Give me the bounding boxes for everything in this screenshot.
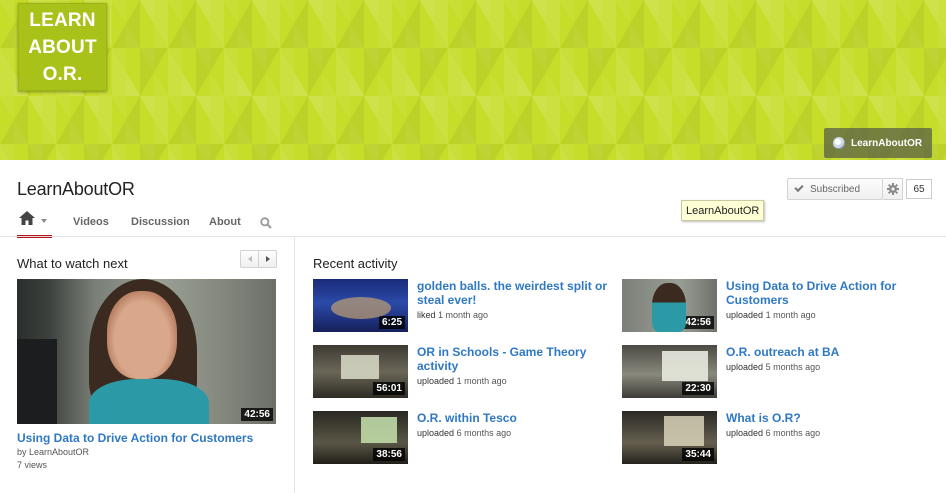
channel-logo-text: LEARN ABOUT O.R. <box>28 9 97 85</box>
video-title[interactable]: OR in Schools - Game Theory activity <box>417 345 617 373</box>
activity-action: uploaded <box>726 362 764 372</box>
video-duration: 56:01 <box>373 382 405 395</box>
activity-time: 1 month ago <box>438 310 489 320</box>
subscribe-button-label: Subscribed <box>810 183 861 195</box>
activity-item: 6:25 golden balls. the weirdest split or… <box>313 279 613 333</box>
video-duration: 35:44 <box>682 448 714 461</box>
video-thumbnail[interactable]: 35:44 <box>622 411 717 464</box>
chevron-down-icon <box>41 219 47 223</box>
tab-videos[interactable]: Videos <box>73 216 109 246</box>
activity-action: liked <box>417 310 436 320</box>
chevron-right-icon <box>266 256 270 262</box>
video-duration: 42:56 <box>682 316 714 329</box>
banner-channel-link[interactable]: LearnAboutOR <box>824 128 932 158</box>
activity-item: 35:44 What is O.R? uploaded 6 months ago <box>622 411 922 465</box>
featured-video-thumbnail[interactable]: 42:56 <box>17 279 276 424</box>
recent-activity-heading: Recent activity <box>313 256 398 271</box>
channel-banner: LEARN ABOUT O.R. LearnAboutOR <box>0 0 946 160</box>
activity-item: 38:56 O.R. within Tesco uploaded 6 month… <box>313 411 613 465</box>
featured-video-uploader: by LearnAboutOR <box>17 447 90 457</box>
activity-item: 22:30 O.R. outreach at BA uploaded 5 mon… <box>622 345 922 399</box>
video-title[interactable]: O.R. outreach at BA <box>726 345 906 359</box>
activity-time: 5 months ago <box>765 362 821 372</box>
video-thumbnail[interactable]: 22:30 <box>622 345 717 398</box>
column-divider <box>294 237 295 493</box>
gear-icon <box>886 183 899 195</box>
video-title[interactable]: O.R. within Tesco <box>417 411 617 425</box>
video-title[interactable]: What is O.R? <box>726 411 906 425</box>
check-icon <box>794 182 804 193</box>
subscription-settings-button[interactable] <box>883 178 903 200</box>
tab-about[interactable]: About <box>209 216 241 246</box>
channel-title: LearnAboutOR <box>17 179 135 199</box>
video-title[interactable]: golden balls. the weirdest split or stea… <box>417 279 617 307</box>
carousel-next-button[interactable] <box>259 251 277 267</box>
carousel-prev-button[interactable] <box>241 251 259 267</box>
carousel-pager <box>240 250 277 268</box>
what-to-watch-heading: What to watch next <box>17 256 128 271</box>
banner-channel-link-label: LearnAboutOR <box>851 137 923 149</box>
featured-video-title[interactable]: Using Data to Drive Action for Customers <box>17 431 253 445</box>
video-thumbnail[interactable]: 6:25 <box>313 279 408 332</box>
activity-item: 56:01 OR in Schools - Game Theory activi… <box>313 345 613 399</box>
subscribe-button[interactable]: Subscribed <box>787 178 883 200</box>
home-icon <box>19 211 35 225</box>
activity-action: uploaded <box>726 428 764 438</box>
video-duration: 22:30 <box>682 382 714 395</box>
video-thumbnail[interactable]: 38:56 <box>313 411 408 464</box>
activity-time: 6 months ago <box>765 428 821 438</box>
video-thumbnail[interactable]: 42:56 <box>622 279 717 332</box>
activity-action: uploaded <box>417 376 455 386</box>
video-duration: 6:25 <box>378 316 405 329</box>
video-duration: 42:56 <box>241 408 273 421</box>
tab-home[interactable] <box>17 208 52 238</box>
header-divider <box>0 236 946 237</box>
tooltip: LearnAboutOR <box>681 200 765 221</box>
activity-time: 1 month ago <box>456 376 507 386</box>
globe-icon <box>833 137 845 149</box>
activity-action: uploaded <box>417 428 455 438</box>
video-thumbnail[interactable]: 56:01 <box>313 345 408 398</box>
activity-time: 6 months ago <box>456 428 512 438</box>
search-icon[interactable] <box>260 217 272 247</box>
video-title[interactable]: Using Data to Drive Action for Customers <box>726 279 906 307</box>
activity-item: 42:56 Using Data to Drive Action for Cus… <box>622 279 922 333</box>
activity-time: 1 month ago <box>765 310 816 320</box>
featured-video-views: 7 views <box>17 460 48 470</box>
video-duration: 38:56 <box>373 448 405 461</box>
activity-action: uploaded <box>726 310 764 320</box>
chevron-left-icon <box>247 256 252 262</box>
channel-logo[interactable]: LEARN ABOUT O.R. <box>18 3 107 91</box>
tab-discussion[interactable]: Discussion <box>131 216 190 246</box>
subscriber-count: 65 <box>906 179 932 199</box>
